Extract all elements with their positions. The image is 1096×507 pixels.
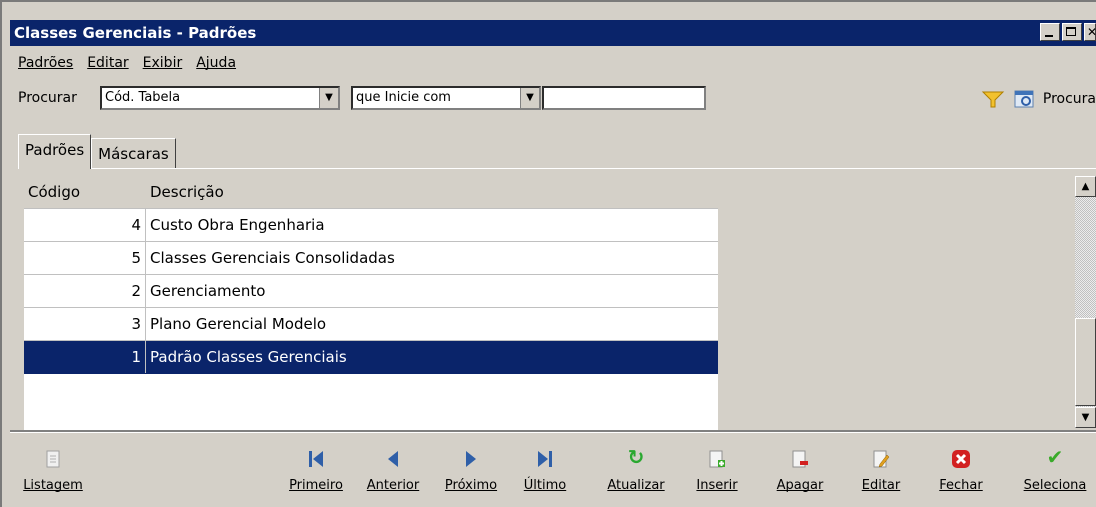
editar-label: Editar [861,478,901,493]
table-row-selected[interactable]: 1 Padrão Classes Gerenciais [24,341,718,374]
anterior-label: Anterior [366,478,420,493]
edit-icon [856,440,906,474]
filter-icon[interactable] [981,89,1005,109]
inserir-label: Inserir [696,478,738,493]
tab-padroes[interactable]: Padrões [18,134,92,169]
search-bar: Procurar Cód. Tabela ▼ que Inicie com ▼ … [18,86,1096,112]
document-icon [18,440,88,474]
atualizar-button[interactable]: ↻ Atualizar [598,440,674,504]
cell-code: 1 [24,341,146,373]
table-row[interactable]: 3 Plano Gerencial Modelo [24,308,718,341]
primeiro-button[interactable]: Primeiro [284,440,348,504]
menu-exibir[interactable]: Exibir [143,52,183,74]
minimize-button[interactable] [1040,23,1060,41]
title-bar: Classes Gerenciais - Padrões ✕ [10,20,1096,46]
atualizar-label: Atualizar [607,478,665,493]
listagem-button[interactable]: Listagem [18,440,88,504]
cell-description: Custo Obra Engenharia [150,216,325,234]
editar-button[interactable]: Editar [856,440,906,504]
grid-header: Código Descrição [24,176,718,209]
refresh-icon: ↻ [627,445,645,469]
menu-bar: Padrões Editar Exibir Ajuda [18,52,236,74]
apagar-button[interactable]: Apagar [768,440,832,504]
listagem-label: Listagem [23,478,83,493]
cell-code: 3 [24,308,146,340]
table-row[interactable]: 2 Gerenciamento [24,275,718,308]
first-record-icon [284,440,348,474]
cell-code: 4 [24,209,146,241]
search-mode-select[interactable]: que Inicie com ▼ [351,86,541,110]
last-record-icon [518,440,572,474]
fechar-button[interactable]: Fechar [932,440,990,504]
next-record-icon [436,440,506,474]
search-field-value: Cód. Tabela [105,90,181,105]
cell-description: Padrão Classes Gerenciais [150,348,347,366]
data-grid: Código Descrição 4 Custo Obra Engenharia… [24,176,718,432]
close-window-button[interactable]: ✕ [1084,23,1096,41]
cell-description: Classes Gerenciais Consolidadas [150,249,395,267]
maximize-button[interactable] [1062,23,1082,41]
cell-description: Gerenciamento [150,282,266,300]
window-controls: ✕ [1040,23,1096,43]
ultimo-button[interactable]: Último [518,440,572,504]
inserir-button[interactable]: Inserir [692,440,742,504]
chevron-down-icon[interactable]: ▼ [520,88,539,108]
delete-icon [768,440,832,474]
check-icon: ✔ [1046,445,1064,469]
search-mode-value: que Inicie com [356,90,451,105]
close-icon: ✕ [1087,25,1096,39]
fechar-label: Fechar [939,478,983,493]
search-button-label[interactable]: Procura [1043,91,1096,107]
window-title: Classes Gerenciais - Padrões [14,24,257,42]
primeiro-label: Primeiro [289,478,343,493]
column-header-codigo[interactable]: Código [24,176,146,208]
scroll-down-button[interactable]: ▼ [1075,407,1096,428]
proximo-label: Próximo [444,478,498,493]
apagar-label: Apagar [776,478,824,493]
tab-mascaras[interactable]: Máscaras [91,138,176,169]
tab-bar: Padrões Máscaras [18,134,176,169]
search-input[interactable] [542,86,706,110]
menu-editar[interactable]: Editar [87,52,128,74]
previous-record-icon [358,440,428,474]
menu-padroes[interactable]: Padrões [18,52,73,74]
search-label: Procurar [18,90,77,106]
column-header-descricao[interactable]: Descrição [146,176,718,208]
search-tools: Procura [981,88,1096,110]
toolbar-separator [10,430,1096,433]
cell-code: 2 [24,275,146,307]
ultimo-label: Último [523,478,567,493]
insert-icon [692,440,742,474]
seleciona-button[interactable]: ✔ Seleciona [1014,440,1096,504]
search-field-select[interactable]: Cód. Tabela ▼ [100,86,340,110]
seleciona-label: Seleciona [1023,478,1087,493]
table-row[interactable]: 5 Classes Gerenciais Consolidadas [24,242,718,275]
menu-ajuda[interactable]: Ajuda [196,52,236,74]
chevron-down-icon[interactable]: ▼ [319,88,338,108]
table-row[interactable]: 4 Custo Obra Engenharia [24,209,718,242]
cell-code: 5 [24,242,146,274]
grid-empty-area[interactable] [24,374,718,432]
scroll-thumb[interactable] [1075,318,1096,406]
anterior-button[interactable]: Anterior [358,440,428,504]
cell-description: Plano Gerencial Modelo [150,315,327,333]
bottom-toolbar: Listagem Primeiro Anterior Próximo Últim… [18,440,1096,504]
vertical-scrollbar[interactable]: ▲ ▼ [1075,176,1096,428]
search-icon[interactable] [1013,88,1035,110]
proximo-button[interactable]: Próximo [436,440,506,504]
close-icon [932,440,990,474]
scroll-up-button[interactable]: ▲ [1075,176,1096,197]
